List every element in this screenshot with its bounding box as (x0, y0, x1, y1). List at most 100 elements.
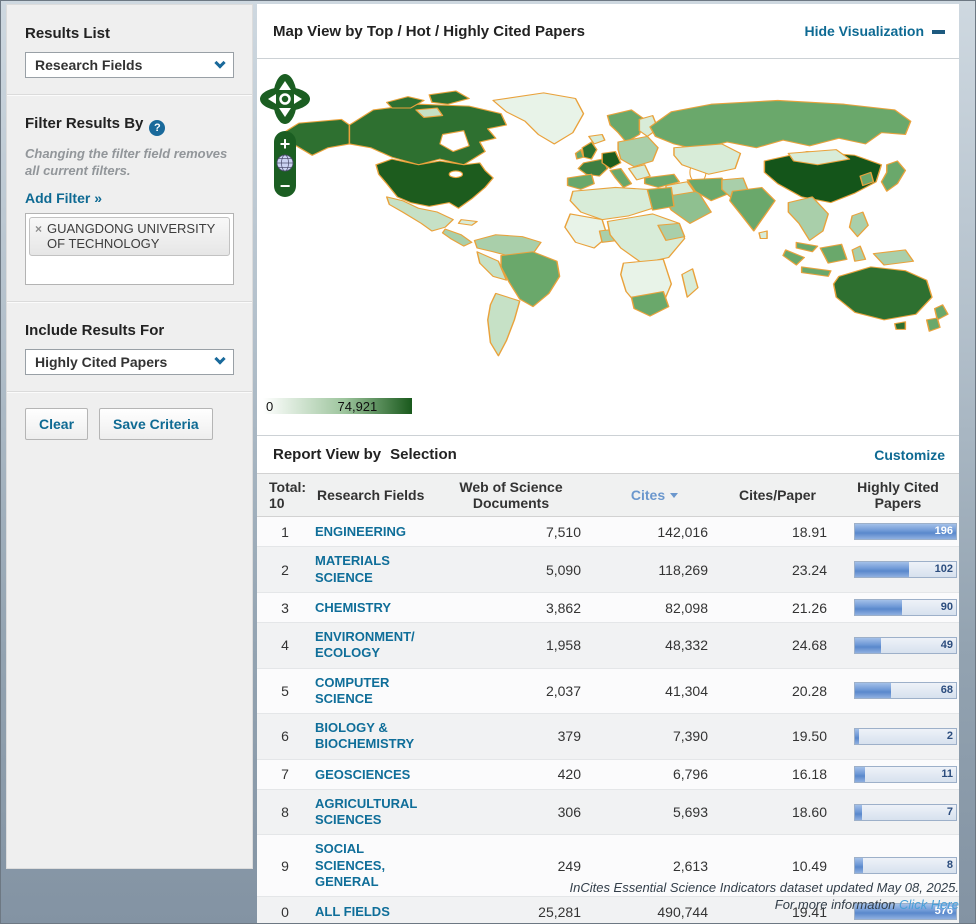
row-research-field: CHEMISTRY (313, 592, 431, 622)
country-greenland[interactable] (493, 93, 583, 144)
row-cites: 5,693 (591, 789, 718, 835)
choropleth-legend: 0 74,921 (263, 398, 412, 414)
map-pan-control[interactable] (260, 74, 310, 124)
research-field-link[interactable]: COMPUTER SCIENCE (315, 675, 423, 708)
clear-button[interactable]: Clear (25, 408, 88, 440)
country-uk[interactable] (582, 142, 597, 159)
research-field-link[interactable]: AGRICULTURAL SCIENCES (315, 796, 423, 829)
main-panel: Map View by Top / Hot / Highly Cited Pap… (257, 4, 959, 869)
chevron-down-icon (214, 57, 225, 68)
country-cuba[interactable] (459, 220, 478, 226)
click-here-link[interactable]: Click Here (899, 897, 959, 912)
central-america[interactable] (443, 229, 472, 246)
report-table-body: 1ENGINEERING7,510142,01618.911962MATERIA… (257, 517, 959, 924)
hide-visualization-link[interactable]: Hide Visualization (804, 23, 945, 39)
bar-fill (855, 638, 881, 653)
country-malaysia[interactable] (796, 242, 817, 251)
indonesia-sulawesi[interactable] (852, 246, 865, 261)
zoom-in-button[interactable]: + (280, 134, 291, 154)
country-russia[interactable] (650, 100, 911, 149)
column-header-cites[interactable]: Cites (591, 474, 718, 517)
research-field-link[interactable]: SOCIAL SCIENCES, GENERAL (315, 841, 423, 890)
row-rank: 3 (257, 592, 313, 622)
column-header-cites-per-paper[interactable]: Cites/Paper (718, 474, 837, 517)
filter-chip[interactable]: × GUANGDONG UNIVERSITY OF TECHNOLOGY (29, 217, 230, 257)
new-guinea[interactable] (873, 250, 913, 265)
add-filter-link[interactable]: Add Filter » (25, 190, 102, 206)
remove-filter-icon[interactable]: × (35, 222, 42, 236)
results-list-select[interactable]: Research Fields (25, 52, 234, 78)
bar-value: 68 (941, 684, 953, 696)
row-rank: 6 (257, 714, 313, 760)
eastern-europe[interactable] (618, 136, 658, 166)
highly-cited-bar[interactable]: 2 (854, 728, 957, 745)
column-header-highly-cited[interactable]: Highly Cited Papers (837, 474, 959, 517)
report-mode: Selection (390, 446, 457, 463)
indonesia-borneo[interactable] (820, 244, 847, 263)
row-highly-cited: 11 (837, 759, 959, 789)
row-research-field: GEOSCIENCES (313, 759, 431, 789)
column-header-research-fields[interactable]: Research Fields (313, 474, 431, 517)
customize-link[interactable]: Customize (874, 447, 945, 463)
world-map-canvas[interactable]: + − (257, 59, 957, 395)
southern-cone[interactable] (488, 293, 520, 355)
research-field-link[interactable]: MATERIALS SCIENCE (315, 553, 423, 586)
row-cites-per-paper: 23.24 (718, 547, 837, 593)
highly-cited-bar[interactable]: 102 (854, 561, 957, 578)
indonesia-java[interactable] (802, 267, 831, 276)
tasmania[interactable] (895, 322, 906, 330)
row-rank: 9 (257, 835, 313, 897)
criteria-buttons: Clear Save Criteria (7, 392, 252, 456)
row-rank: 4 (257, 623, 313, 669)
new-zealand-south[interactable] (927, 318, 940, 331)
country-egypt[interactable] (647, 187, 674, 210)
highly-cited-bar[interactable]: 11 (854, 766, 957, 783)
highly-cited-bar[interactable]: 8 (854, 857, 957, 874)
country-sri-lanka[interactable] (759, 231, 767, 239)
row-cites: 6,796 (591, 759, 718, 789)
row-cites: 82,098 (591, 592, 718, 622)
highly-cited-bar[interactable]: 68 (854, 682, 957, 699)
indochina[interactable] (788, 197, 828, 241)
include-results-select[interactable]: Highly Cited Papers (25, 349, 234, 375)
research-field-link[interactable]: BIOLOGY & BIOCHEMISTRY (315, 720, 423, 753)
filter-section: Filter Results By? Changing the filter f… (7, 95, 252, 302)
row-research-field: ALL FIELDS (313, 897, 431, 924)
research-field-link[interactable]: CHEMISTRY (315, 600, 391, 616)
country-philippines[interactable] (850, 212, 869, 237)
country-japan[interactable] (881, 161, 905, 191)
country-italy[interactable] (610, 169, 631, 188)
row-cites: 142,016 (591, 517, 718, 547)
save-criteria-button[interactable]: Save Criteria (99, 408, 213, 440)
highly-cited-bar[interactable]: 49 (854, 637, 957, 654)
bar-value: 11 (941, 768, 953, 780)
country-australia[interactable] (834, 267, 932, 320)
research-field-link[interactable]: ENVIRONMENT/ECOLOGY (315, 629, 423, 662)
highly-cited-bar[interactable]: 196 (854, 523, 957, 540)
table-row: 2MATERIALS SCIENCE5,090118,26923.24102 (257, 547, 959, 593)
help-icon[interactable]: ? (149, 120, 165, 136)
highly-cited-bar[interactable]: 90 (854, 599, 957, 616)
bar-value: 102 (935, 563, 953, 575)
research-field-link[interactable]: GEOSCIENCES (315, 767, 410, 783)
country-spain[interactable] (568, 174, 595, 189)
research-field-link[interactable]: ALL FIELDS (315, 904, 390, 920)
row-cites-per-paper: 16.18 (718, 759, 837, 789)
country-madagascar[interactable] (682, 269, 698, 297)
column-header-documents[interactable]: Web of Science Documents (431, 474, 591, 517)
north-africa[interactable] (570, 187, 652, 219)
indonesia-sumatra[interactable] (783, 250, 804, 265)
row-research-field: AGRICULTURAL SCIENCES (313, 789, 431, 835)
bar-value: 8 (947, 859, 953, 871)
bar-fill (855, 683, 891, 698)
arctic-island[interactable] (429, 91, 469, 104)
zoom-out-button[interactable]: − (280, 176, 291, 196)
central-asia[interactable] (674, 144, 741, 174)
highly-cited-bar[interactable]: 7 (854, 804, 957, 821)
globe-icon[interactable] (277, 155, 293, 171)
legend-min-value: 0 (266, 399, 273, 414)
filter-chip-label: GUANGDONG UNIVERSITY OF TECHNOLOGY (47, 221, 223, 252)
map-zoom-control[interactable]: + − (274, 131, 296, 197)
country-india[interactable] (730, 187, 775, 231)
research-field-link[interactable]: ENGINEERING (315, 524, 406, 540)
